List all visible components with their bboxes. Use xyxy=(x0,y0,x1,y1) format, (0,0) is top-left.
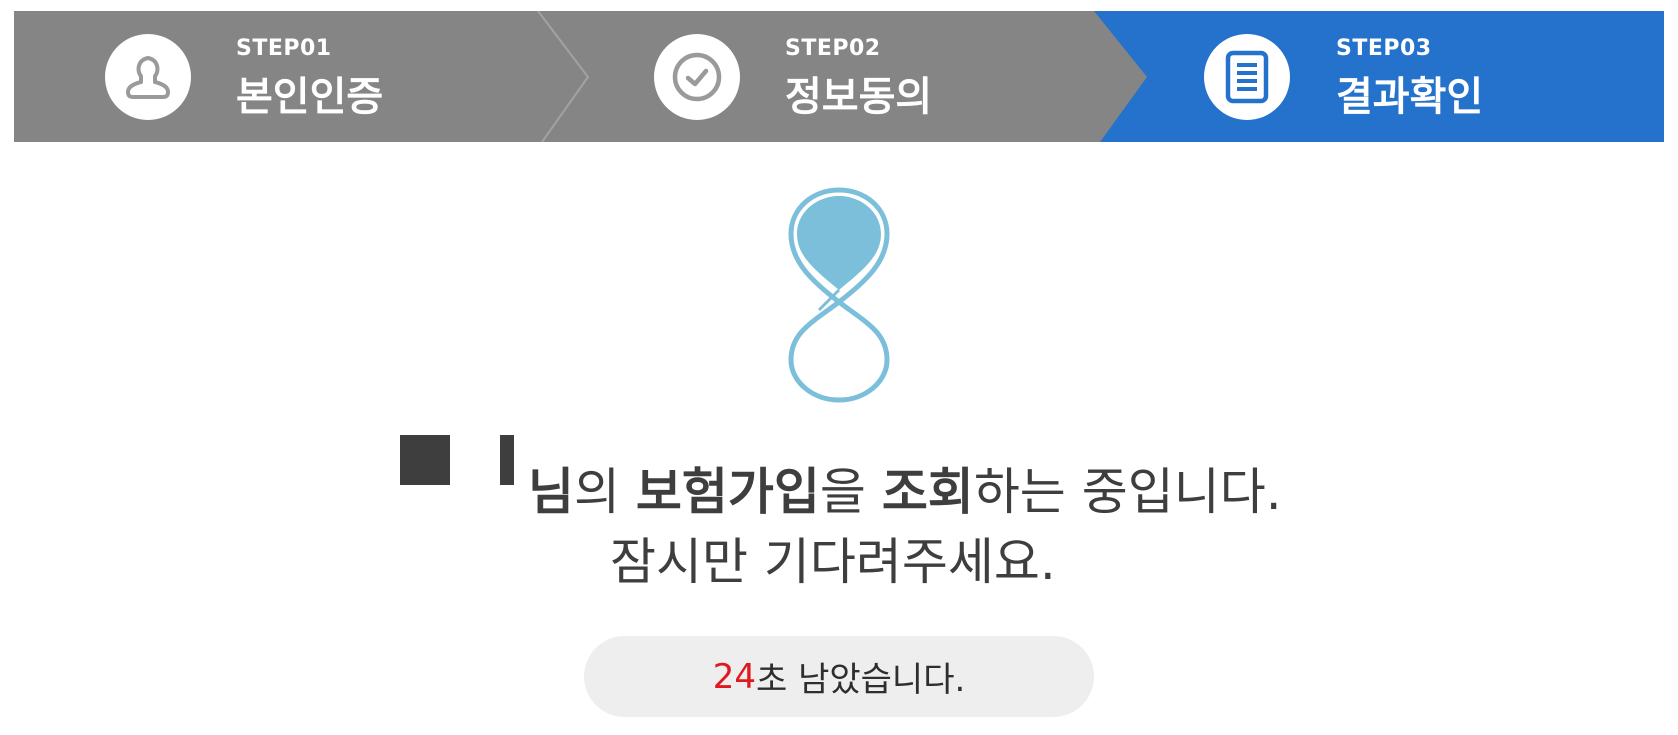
masked-name-block xyxy=(500,435,514,485)
step-2-title: 정보동의 xyxy=(785,74,933,120)
countdown-timer: 24 초 남았습니다. xyxy=(584,636,1094,717)
masked-user-name xyxy=(396,432,516,522)
check-circle-icon xyxy=(672,52,722,102)
step-3-icon-circle xyxy=(1204,34,1290,120)
step-1-number: STEP01 xyxy=(236,36,332,61)
hourglass-loading-icon xyxy=(788,187,890,403)
step-1-title: 본인인증 xyxy=(236,74,384,120)
countdown-suffix: 초 남았습니다. xyxy=(755,660,966,700)
step-progress-bar: STEP01 본인인증 STEP02 정보동의 STEP03 결과확인 xyxy=(14,11,1664,142)
name-suffix: 님 xyxy=(528,463,574,521)
user-icon xyxy=(126,56,170,99)
message-insurance: 보험가입 xyxy=(635,463,820,521)
step-3-title: 결과확인 xyxy=(1336,74,1484,120)
message-part2: 을 xyxy=(819,463,882,521)
step-2-icon-circle xyxy=(654,34,740,120)
step-2-number: STEP02 xyxy=(785,36,881,61)
message-part1: 의 xyxy=(574,463,636,521)
masked-name-block xyxy=(400,435,450,485)
step-1-icon-circle xyxy=(105,34,191,120)
status-message-text: 님의 보험가입을 조회하는 중입니다. xyxy=(528,462,1282,522)
message-part3: 하는 중입니다. xyxy=(973,463,1282,521)
document-icon xyxy=(1225,50,1269,104)
message-inquiry: 조회 xyxy=(881,463,974,521)
countdown-seconds: 24 xyxy=(712,656,756,697)
status-message-line2: 잠시만 기다려주세요. xyxy=(610,533,1056,591)
step-3-number: STEP03 xyxy=(1336,36,1432,61)
